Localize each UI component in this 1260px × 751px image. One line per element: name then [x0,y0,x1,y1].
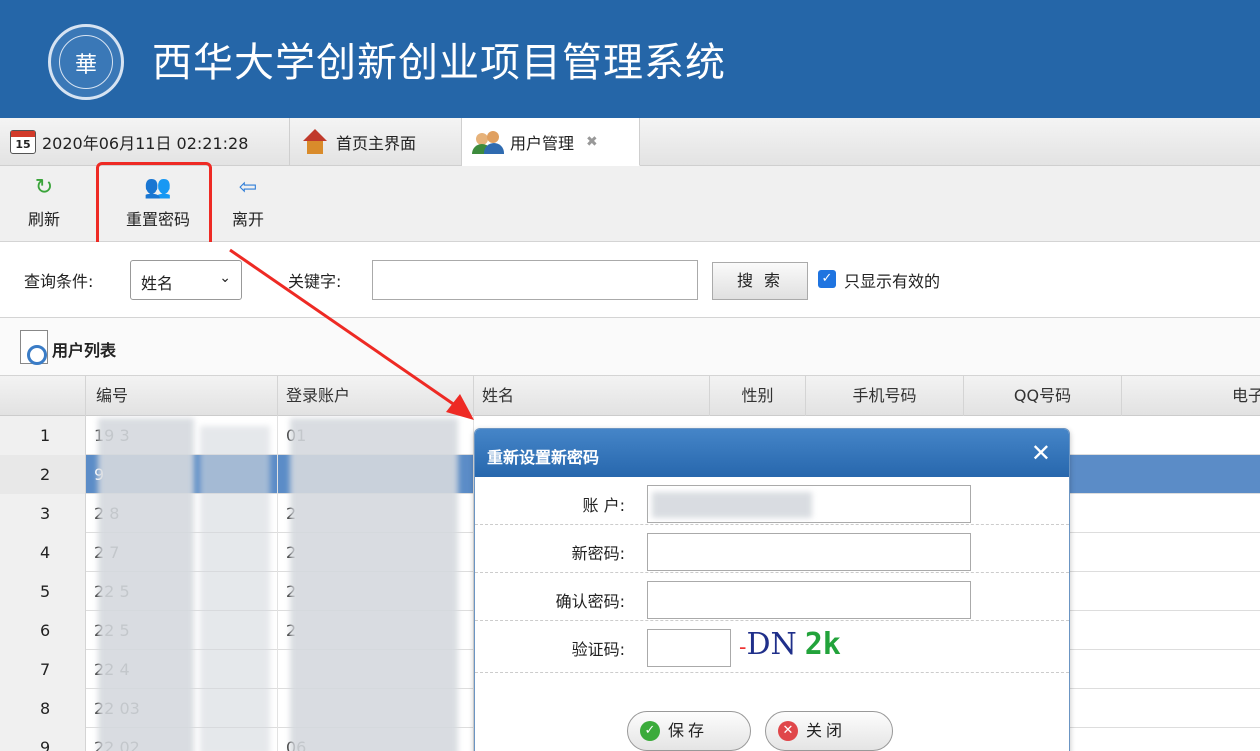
account-field[interactable] [647,485,971,523]
account-row: 账 户: [475,477,1069,525]
save-button[interactable]: ✓ 保存 [627,711,751,751]
captcha-char: 2k [804,627,841,662]
dialog-header: 重新设置新密码 ✕ [475,429,1069,477]
new-password-label: 新密码: [571,544,625,563]
account-label: 账 户: [582,496,625,515]
save-label: 保存 [668,721,709,740]
confirm-password-row: 确认密码: [475,573,1069,621]
reset-password-dialog: 重新设置新密码 ✕ 账 户: 新密码: 确认密码: 验证码: -DN 2k ✓ 保… [474,428,1070,751]
redacted-account [652,492,812,518]
new-password-field[interactable] [647,533,971,571]
dialog-title: 重新设置新密码 [487,448,600,467]
close-label: 关闭 [806,721,847,740]
confirm-password-label: 确认密码: [555,592,625,611]
close-button[interactable]: ✕ 关闭 [765,711,893,751]
check-icon: ✓ [640,721,660,741]
dialog-close-icon[interactable]: ✕ [1031,439,1051,467]
new-password-row: 新密码: [475,525,1069,573]
captcha-field[interactable] [647,629,731,667]
captcha-char: DN [746,627,797,662]
captcha-image[interactable]: -DN 2k [739,627,841,662]
close-icon: ✕ [778,721,798,741]
confirm-password-field[interactable] [647,581,971,619]
captcha-row: 验证码: -DN 2k [475,621,1069,673]
captcha-label: 验证码: [571,640,625,659]
